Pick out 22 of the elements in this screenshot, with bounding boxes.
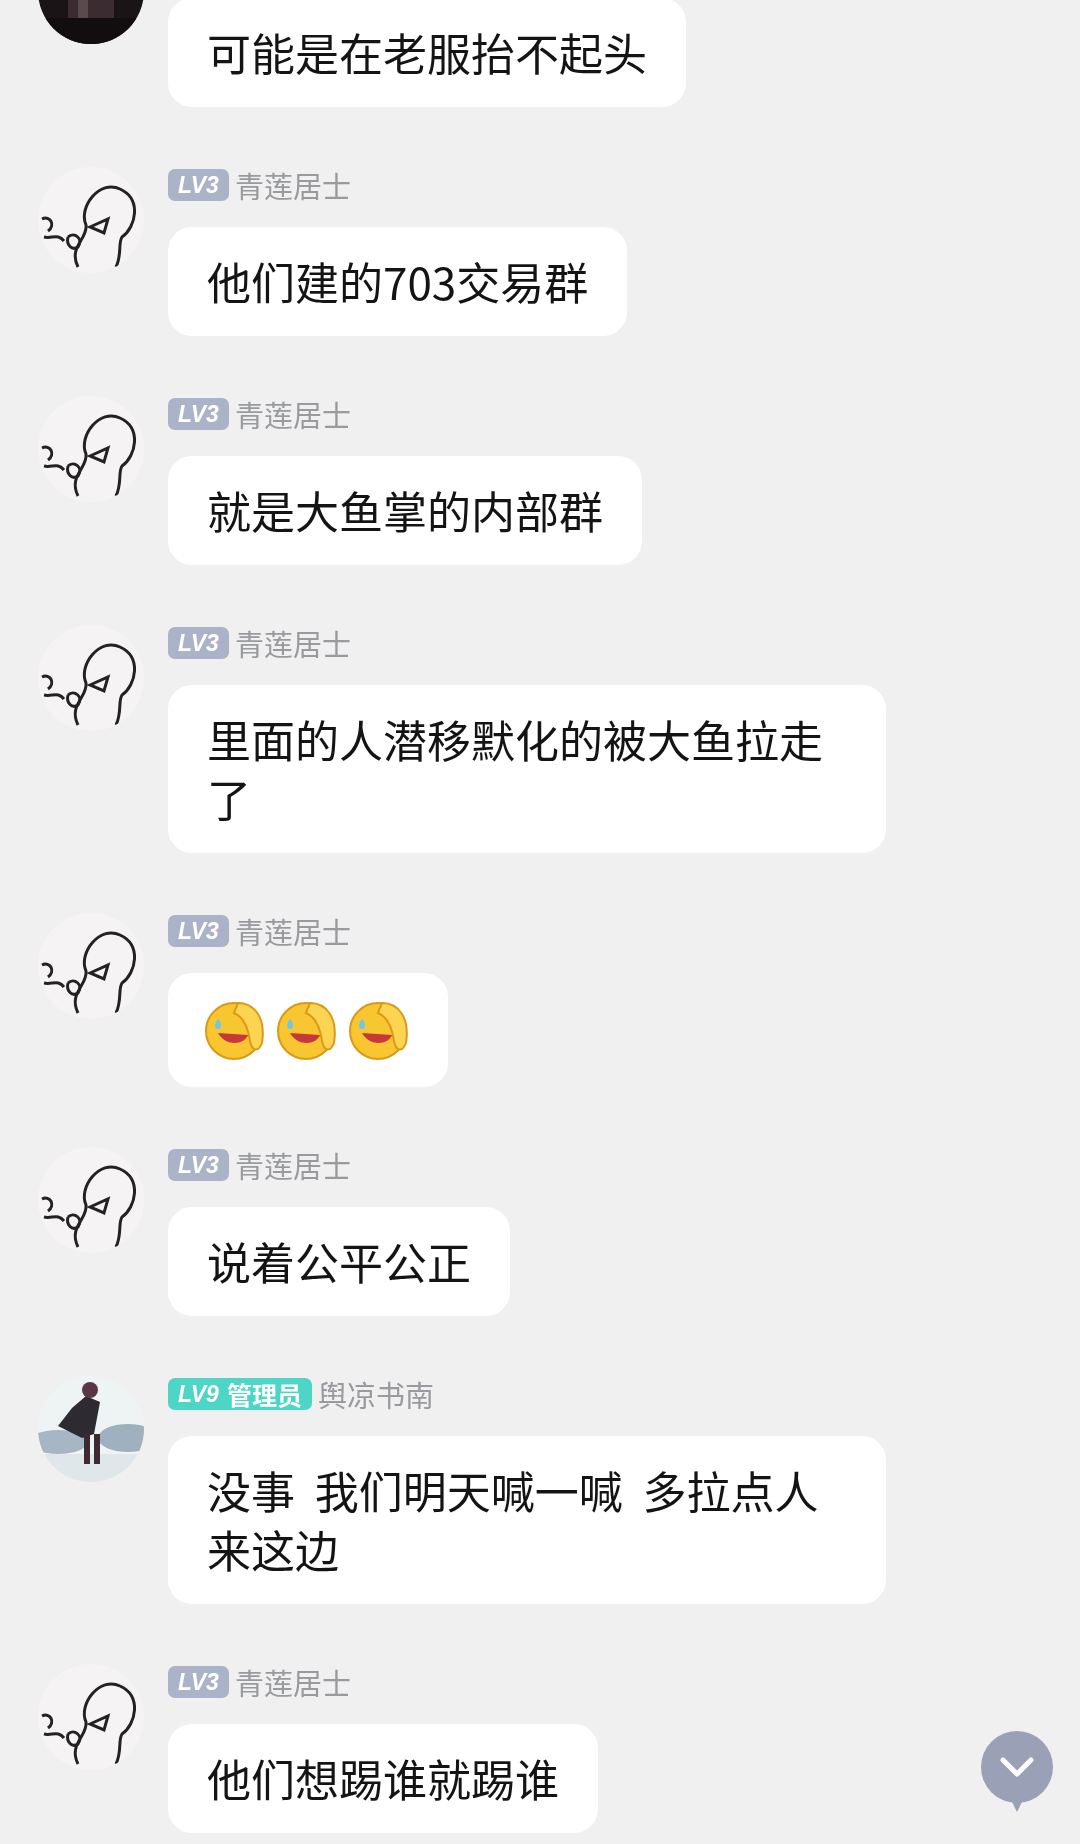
message-bubble: 里面的人潜移默化的被大鱼拉走了 — [168, 685, 886, 853]
sender-name: 青莲居士 — [234, 164, 351, 206]
message-bubble: 他们建的703交易群 — [168, 227, 628, 336]
message-bubble: 说着公平公正 — [168, 1207, 510, 1316]
message-bubble: 就是大鱼掌的内部群 — [168, 456, 642, 565]
message-bubble: 他们想踢谁就踢谁 — [168, 1724, 598, 1833]
level-badge: LV3 — [168, 1666, 229, 1698]
sender-name: 青莲居士 — [234, 393, 351, 435]
level-badge: LV3 — [168, 169, 229, 201]
sender-name: 青莲居士 — [234, 1144, 351, 1186]
level-badge: LV3 — [168, 398, 229, 430]
sender-name: 舆凉书南 — [317, 1373, 434, 1415]
level-badge: LV9 管理员 — [168, 1378, 312, 1410]
level-badge: LV3 — [168, 1149, 229, 1181]
level-badge: LV3 — [168, 915, 229, 947]
message-bubble: 没事 我们明天喊一喊 多拉点人来这边 — [168, 1436, 886, 1604]
level-badge: LV3 — [168, 627, 229, 659]
sender-name: 青莲居士 — [234, 1661, 351, 1703]
sender-name: 青莲居士 — [234, 910, 351, 952]
message-bubble: 可能是在老服抬不起头 — [168, 0, 686, 107]
scroll-down-button[interactable] — [980, 1730, 1054, 1814]
sender-name: 青莲居士 — [234, 622, 351, 664]
